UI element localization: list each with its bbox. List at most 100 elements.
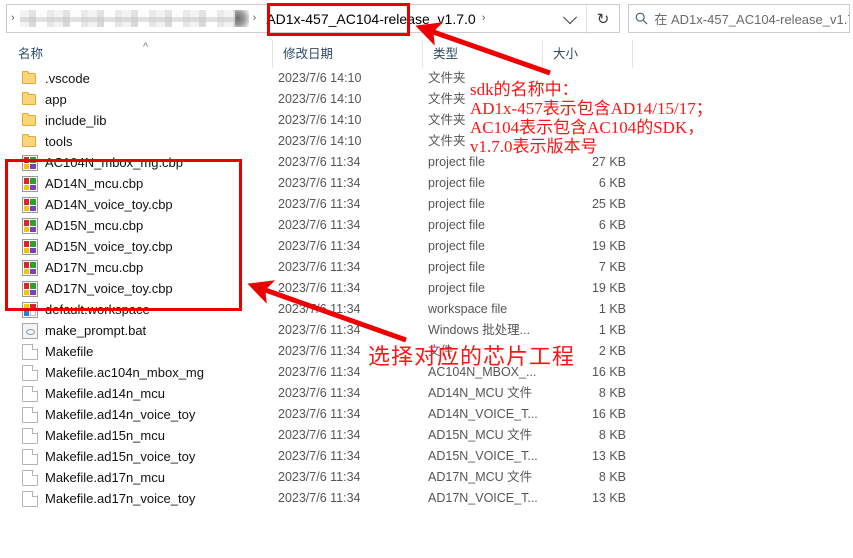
file-name-cell[interactable]: Makefile.ad15n_mcu [22,425,272,446]
breadcrumb-current-folder[interactable]: AD1x-457_AC104-release_v1.7.0 [260,11,477,27]
file-list[interactable]: .vscode 2023/7/6 14:10 文件夹 app 2023/7/6 14:1… [0,68,853,558]
file-row[interactable]: AD15N_voice_toy.cbp 2023/7/6 11:34 project… [0,236,853,257]
file-row[interactable]: Makefile.ad15n_mcu 2023/7/6 11:34 AD15N_MC… [0,425,853,446]
file-date-cell: 2023/7/6 14:10 [278,134,362,148]
file-row[interactable]: Makefile.ad17n_mcu 2023/7/6 11:34 AD17N_MC… [0,467,853,488]
file-name-cell[interactable]: AD15N_mcu.cbp [22,215,272,236]
column-header-type[interactable]: 类型 [422,40,542,68]
breadcrumb-censored-path-tail [232,10,249,27]
file-type-cell: AD14N_VOICE_T... [428,407,538,421]
refresh-icon: ↻ [596,11,610,28]
file-type-cell: Windows 批处理... [428,323,531,337]
file-name-label: default.workspace [45,302,150,317]
file-size-cell: 2 KB [598,344,626,358]
file-size-cell: 19 KB [591,281,626,295]
file-size-cell: 13 KB [591,449,626,463]
file-row[interactable]: .vscode 2023/7/6 14:10 文件夹 [0,68,853,89]
file-name-cell[interactable]: AD14N_voice_toy.cbp [22,194,272,215]
file-date-cell: 2023/7/6 11:34 [278,239,361,253]
cbp-project-icon [22,259,38,276]
blank-file-icon [22,364,38,381]
file-row[interactable]: AD15N_mcu.cbp 2023/7/6 11:34 project file 6… [0,215,853,236]
file-date-cell: 2023/7/6 11:34 [278,386,361,400]
file-row[interactable]: default.workspace 2023/7/6 11:34 workspace… [0,299,853,320]
file-name-cell[interactable]: Makefile.ad14n_mcu [22,383,272,404]
file-name-cell[interactable]: AC104N_mbox_mg.cbp [22,152,272,173]
file-date-cell: 2023/7/6 11:34 [278,260,361,274]
column-header-name[interactable]: 名称 ^ [0,40,272,68]
file-name-cell[interactable]: make_prompt.bat [22,320,272,341]
file-row[interactable]: app 2023/7/6 14:10 文件夹 [0,89,853,110]
file-name-cell[interactable]: Makefile.ac104n_mbox_mg [22,362,272,383]
file-row[interactable]: tools 2023/7/6 14:10 文件夹 [0,131,853,152]
cbp-project-icon [22,196,38,213]
file-row[interactable]: Makefile.ad15n_voice_toy 2023/7/6 11:34 AD… [0,446,853,467]
file-name-cell[interactable]: Makefile.ad17n_mcu [22,467,272,488]
file-size-cell: 8 KB [598,470,626,484]
file-type-cell: project file [428,197,485,211]
cbp-project-icon [22,238,38,255]
file-name-cell[interactable]: tools [22,131,272,152]
file-row[interactable]: Makefile.ad14n_mcu 2023/7/6 11:34 AD14N_MC… [0,383,853,404]
column-header-date[interactable]: 修改日期 [272,40,422,68]
column-header-spacer [632,40,853,68]
file-name-cell[interactable]: app [22,89,272,110]
file-name-label: AD14N_voice_toy.cbp [45,197,173,212]
file-name-label: tools [45,134,73,149]
file-date-cell: 2023/7/6 11:34 [278,197,361,211]
file-row[interactable]: make_prompt.bat 2023/7/6 11:34 Windows 批处理… [0,320,853,341]
file-row[interactable]: AD17N_voice_toy.cbp 2023/7/6 11:34 project… [0,278,853,299]
file-row[interactable]: Makefile 2023/7/6 11:34 文件 2 KB [0,341,853,362]
file-name-label: Makefile.ad17n_voice_toy [45,491,196,506]
file-date-cell: 2023/7/6 11:34 [278,218,361,232]
file-name-label: .vscode [45,71,90,86]
file-name-cell[interactable]: Makefile [22,341,272,362]
file-name-cell[interactable]: AD15N_voice_toy.cbp [22,236,272,257]
file-row[interactable]: Makefile.ad17n_voice_toy 2023/7/6 11:34 AD… [0,488,853,509]
file-date-cell: 2023/7/6 11:34 [278,302,361,316]
breadcrumb-separator-3-icon[interactable]: › [478,13,490,24]
search-input[interactable]: 在 AD1x-457_AC104-release_v1.7.... [654,9,849,28]
file-name-cell[interactable]: Makefile.ad14n_voice_toy [22,404,272,425]
file-name-cell[interactable]: AD17N_voice_toy.cbp [22,278,272,299]
file-name-label: AC104N_mbox_mg.cbp [45,155,184,170]
file-name-label: make_prompt.bat [45,323,147,338]
refresh-button[interactable]: ↻ [586,5,619,34]
file-name-cell[interactable]: include_lib [22,110,272,131]
file-row[interactable]: AD17N_mcu.cbp 2023/7/6 11:34 project file 7… [0,257,853,278]
file-row[interactable]: Makefile.ad14n_voice_toy 2023/7/6 11:34 AD… [0,404,853,425]
file-type-cell: project file [428,281,485,295]
file-size-cell [540,110,626,131]
file-type-cell: project file [428,239,485,253]
file-row[interactable]: AC104N_mbox_mg.cbp 2023/7/6 11:34 project … [0,152,853,173]
column-header-row: 名称 ^ 修改日期 类型 大小 [0,40,853,68]
file-date-cell: 2023/7/6 11:34 [278,344,361,358]
file-name-cell[interactable]: Makefile.ad15n_voice_toy [22,446,272,467]
file-name-label: AD17N_mcu.cbp [45,260,144,275]
file-type-cell: 文件 [428,344,454,358]
file-size-cell [540,89,626,110]
file-name-cell[interactable]: AD14N_mcu.cbp [22,173,272,194]
file-size-cell: 16 KB [591,407,626,421]
address-history-dropdown[interactable] [555,5,585,34]
blank-file-icon [22,343,38,360]
file-row[interactable]: AD14N_voice_toy.cbp 2023/7/6 11:34 project… [0,194,853,215]
blank-file-icon [22,427,38,444]
file-row[interactable]: include_lib 2023/7/6 14:10 文件夹 [0,110,853,131]
file-size-cell [540,68,626,89]
file-name-cell[interactable]: .vscode [22,68,272,89]
file-name-cell[interactable]: Makefile.ad17n_voice_toy [22,488,272,509]
file-size-cell: 27 KB [591,155,626,169]
file-type-cell: 文件夹 [428,113,466,127]
file-date-cell: 2023/7/6 11:34 [278,176,361,190]
file-name-label: Makefile [45,344,94,359]
file-name-cell[interactable]: default.workspace [22,299,272,320]
address-bar[interactable]: › › AD1x-457_AC104-release_v1.7.0 › ↻ [6,4,620,34]
file-type-cell: project file [428,155,485,169]
column-header-size[interactable]: 大小 [542,40,632,68]
file-row[interactable]: AD14N_mcu.cbp 2023/7/6 11:34 project file 6… [0,173,853,194]
file-size-cell: 6 KB [598,218,626,232]
search-box[interactable]: 在 AD1x-457_AC104-release_v1.7.... [628,4,850,33]
file-row[interactable]: Makefile.ac104n_mbox_mg 2023/7/6 11:34 AC1… [0,362,853,383]
file-name-cell[interactable]: AD17N_mcu.cbp [22,257,272,278]
